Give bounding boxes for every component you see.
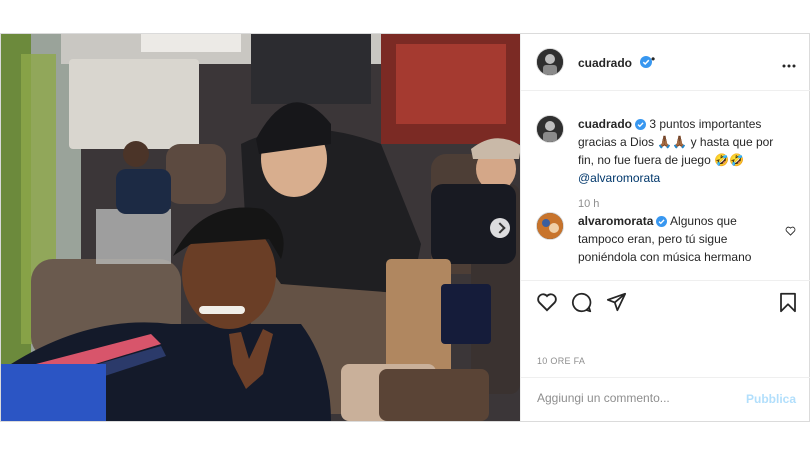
author-avatar[interactable] — [536, 48, 564, 76]
instagram-post: cuadrado • cuadrado 3 puntos importantes… — [0, 33, 810, 422]
like-comment-heart-icon[interactable] — [785, 226, 796, 236]
comment-body: alvaromorata Algunos que tampoco eran, p… — [578, 212, 776, 266]
save-bookmark-icon[interactable] — [779, 292, 797, 313]
share-paper-plane-icon[interactable] — [606, 292, 627, 312]
more-options-icon[interactable] — [782, 60, 796, 72]
header-separator: • — [651, 52, 656, 66]
verified-badge-icon — [656, 216, 668, 227]
post-date[interactable]: 10 ORE FA — [537, 356, 585, 366]
selfie-bus-image — [1, 34, 520, 421]
like-heart-icon[interactable] — [536, 292, 558, 312]
verified-badge-icon — [635, 119, 647, 130]
author-username[interactable]: cuadrado — [578, 56, 632, 70]
post-side-panel: cuadrado • cuadrado 3 puntos importantes… — [520, 34, 810, 421]
comment-username[interactable]: alvaromorata — [578, 214, 653, 228]
caption-time[interactable]: 10 h — [578, 195, 776, 213]
caption-avatar[interactable] — [536, 115, 564, 143]
add-comment-bar: Pubblica — [521, 377, 810, 422]
comment-bubble-icon[interactable] — [571, 292, 592, 313]
comments-section: cuadrado 3 puntos importantes gracias a … — [521, 91, 810, 279]
caption-mention[interactable]: @alvaromorata — [578, 171, 660, 185]
publish-button[interactable]: Pubblica — [746, 392, 796, 406]
comment-avatar[interactable] — [536, 212, 564, 240]
action-bar: 10 ORE FA — [521, 280, 810, 391]
add-comment-input[interactable] — [535, 390, 739, 406]
caption-body: cuadrado 3 puntos importantes gracias a … — [578, 115, 776, 213]
next-image-button[interactable] — [490, 218, 510, 238]
post-photo[interactable] — [1, 34, 520, 421]
caption-username[interactable]: cuadrado — [578, 117, 632, 131]
post-header: cuadrado • — [521, 34, 810, 91]
